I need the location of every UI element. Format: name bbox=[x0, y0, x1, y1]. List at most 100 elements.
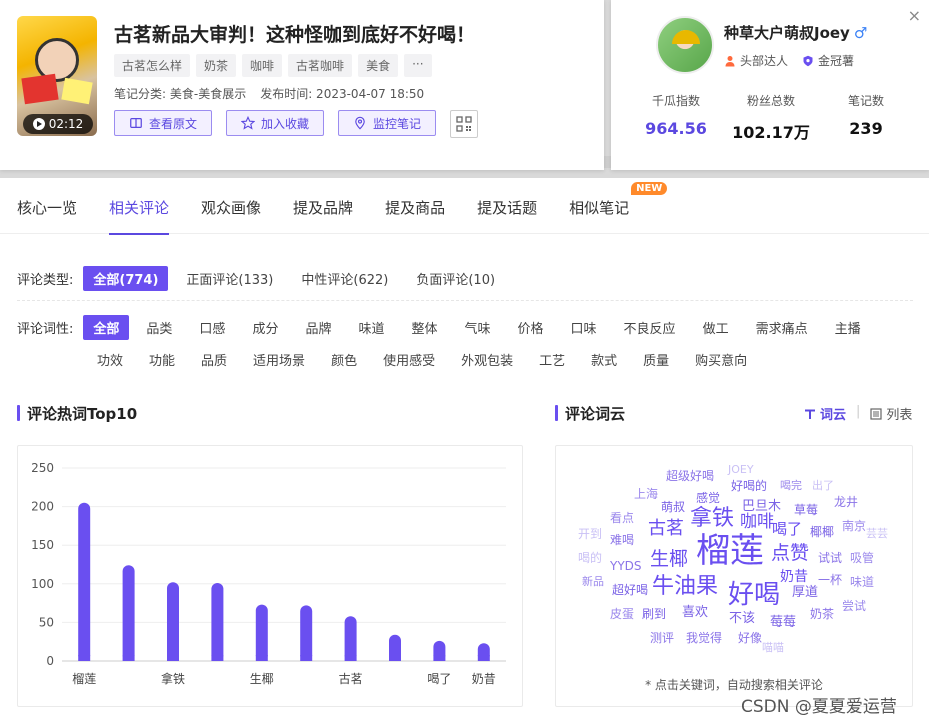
monitor-note-button[interactable]: 监控笔记 bbox=[338, 110, 437, 136]
filter-chip-negative[interactable]: 负面评论(10) bbox=[406, 266, 505, 291]
cloud-word[interactable]: 喵喵 bbox=[762, 642, 784, 653]
note-tag[interactable]: 古茗怎么样 bbox=[114, 54, 191, 77]
tab-similar-notes[interactable]: 相似笔记 bbox=[569, 199, 629, 217]
cloud-word[interactable]: 出了 bbox=[812, 480, 834, 491]
cloud-word[interactable]: 榴莲 bbox=[696, 534, 764, 568]
cloud-word[interactable]: 古茗 bbox=[648, 520, 684, 538]
cloud-word[interactable]: 试试 bbox=[818, 552, 842, 564]
note-meta: 笔记分类: 美食-美食展示 发布时间: 2023-04-07 18:50 bbox=[114, 85, 424, 102]
cloud-word[interactable]: 刷到 bbox=[642, 608, 666, 620]
cloud-word[interactable]: 莓莓 bbox=[770, 616, 796, 629]
pos-chip[interactable]: 功效 bbox=[87, 347, 133, 372]
cloud-word[interactable]: 好像 bbox=[738, 632, 762, 644]
cloud-word[interactable]: 喝完 bbox=[780, 480, 802, 491]
pos-chip[interactable]: 使用感受 bbox=[373, 347, 445, 372]
author-avatar[interactable] bbox=[656, 16, 714, 74]
cloud-word[interactable]: 龙井 bbox=[834, 496, 858, 508]
cloud-word[interactable]: 难喝 bbox=[610, 534, 634, 546]
cloud-word[interactable]: 点赞 bbox=[771, 544, 809, 563]
tab-mentioned-products[interactable]: 提及商品 bbox=[385, 178, 445, 234]
cloud-word[interactable]: 我觉得 bbox=[686, 632, 722, 644]
cloud-word[interactable]: 看点 bbox=[610, 512, 634, 524]
pos-chip[interactable]: 工艺 bbox=[529, 347, 575, 372]
cloud-word[interactable]: 牛油果 bbox=[652, 576, 718, 598]
pos-chip[interactable]: 款式 bbox=[581, 347, 627, 372]
add-favorite-button[interactable]: 加入收藏 bbox=[226, 110, 325, 136]
cloud-word[interactable]: 厚道 bbox=[792, 586, 818, 599]
cloud-word[interactable]: 喝的 bbox=[578, 552, 602, 564]
note-tag[interactable]: 美食 bbox=[358, 54, 399, 77]
tab-audience-profile[interactable]: 观众画像 bbox=[201, 178, 261, 234]
pos-chip[interactable]: 需求痛点 bbox=[746, 315, 818, 340]
pos-chip[interactable]: 整体 bbox=[401, 315, 447, 340]
pos-chip[interactable]: 主播 bbox=[825, 315, 871, 340]
wordcloud-view-button[interactable]: 词云 bbox=[804, 404, 846, 423]
pos-chip[interactable]: 口感 bbox=[189, 315, 235, 340]
cloud-word[interactable]: 奶茶 bbox=[810, 608, 834, 620]
cloud-word[interactable]: JOEY bbox=[728, 464, 754, 475]
tab-mentioned-brands[interactable]: 提及品牌 bbox=[293, 178, 353, 234]
cloud-word[interactable]: 喜欢 bbox=[682, 606, 708, 619]
filter-chip-all-comments[interactable]: 全部(774) bbox=[83, 266, 169, 291]
note-tag[interactable]: 奶茶 bbox=[196, 54, 237, 77]
cloud-word[interactable]: 味道 bbox=[850, 576, 874, 588]
note-tag[interactable]: 咖啡 bbox=[242, 54, 283, 77]
list-icon bbox=[870, 407, 883, 420]
cloud-word[interactable]: 皮蛋 bbox=[610, 608, 634, 620]
pos-chip[interactable]: 做工 bbox=[693, 315, 739, 340]
cloud-word[interactable]: 超好喝 bbox=[612, 584, 648, 596]
cloud-word[interactable]: 一杯 bbox=[818, 574, 842, 586]
pos-chip[interactable]: 适用场景 bbox=[243, 347, 315, 372]
note-tag[interactable]: 古茗咖啡 bbox=[288, 54, 353, 77]
pos-chip[interactable]: 外观包装 bbox=[451, 347, 523, 372]
pos-chip[interactable]: 成分 bbox=[242, 315, 288, 340]
pos-chip[interactable]: 全部 bbox=[83, 315, 130, 340]
cloud-word[interactable]: 测评 bbox=[650, 632, 674, 644]
cloud-word[interactable]: 咖啡 bbox=[740, 514, 774, 531]
cloud-word[interactable]: 喝了 bbox=[772, 522, 802, 537]
pos-chip[interactable]: 功能 bbox=[139, 347, 185, 372]
pos-chip[interactable]: 气味 bbox=[455, 315, 501, 340]
pos-chip[interactable]: 颜色 bbox=[321, 347, 367, 372]
cloud-word[interactable]: 超级好喝 bbox=[666, 470, 714, 482]
cloud-word[interactable]: 上海 bbox=[634, 488, 658, 500]
cloud-word[interactable]: 奶昔 bbox=[780, 570, 808, 584]
pos-chip[interactable]: 购买意向 bbox=[685, 347, 757, 372]
pos-chip[interactable]: 不良反应 bbox=[614, 315, 686, 340]
qr-code-button[interactable] bbox=[450, 110, 479, 138]
pos-chip[interactable]: 品质 bbox=[191, 347, 237, 372]
pos-chip[interactable]: 品牌 bbox=[295, 315, 341, 340]
list-view-button[interactable]: 列表 bbox=[870, 404, 912, 423]
filter-chip-positive[interactable]: 正面评论(133) bbox=[176, 266, 283, 291]
author-name[interactable]: 种草大户萌叔Joey bbox=[724, 24, 850, 42]
cloud-word[interactable]: 草莓 bbox=[794, 504, 818, 516]
cloud-word[interactable]: 芸芸 bbox=[866, 528, 888, 539]
pos-chip[interactable]: 价格 bbox=[508, 315, 554, 340]
cloud-word[interactable]: 吸管 bbox=[850, 552, 874, 564]
filter-chip-neutral[interactable]: 中性评论(622) bbox=[291, 266, 398, 291]
cloud-word[interactable]: 好喝的 bbox=[731, 480, 767, 492]
pos-chip[interactable]: 口味 bbox=[561, 315, 607, 340]
tab-core-overview[interactable]: 核心一览 bbox=[17, 178, 77, 234]
pos-chip[interactable]: 味道 bbox=[348, 315, 394, 340]
pos-chip[interactable]: 品类 bbox=[136, 315, 182, 340]
video-duration-badge[interactable]: 02:12 bbox=[23, 114, 93, 134]
cloud-word[interactable]: 南京 bbox=[842, 520, 866, 532]
cloud-word[interactable]: 好喝 bbox=[728, 582, 780, 608]
cloud-word[interactable]: 拿铁 bbox=[690, 508, 734, 530]
cloud-word[interactable]: YYDS bbox=[610, 560, 642, 572]
cloud-word[interactable]: 新品 bbox=[582, 576, 604, 587]
tab-mentioned-topics[interactable]: 提及话题 bbox=[477, 178, 537, 234]
cloud-word[interactable]: 感觉 bbox=[696, 492, 720, 504]
cloud-word[interactable]: 萌叔 bbox=[661, 501, 685, 513]
cloud-word[interactable]: 不该 bbox=[729, 612, 755, 625]
view-original-button[interactable]: 查看原文 bbox=[114, 110, 213, 136]
cloud-word[interactable]: 尝试 bbox=[842, 600, 866, 612]
close-icon[interactable]: × bbox=[908, 6, 921, 25]
tab-related-comments[interactable]: 相关评论 bbox=[109, 178, 170, 235]
cloud-word[interactable]: 椰椰 bbox=[810, 526, 834, 538]
cloud-word[interactable]: 开到 bbox=[578, 528, 602, 540]
more-tags[interactable]: ··· bbox=[404, 54, 432, 77]
pos-chip[interactable]: 质量 bbox=[633, 347, 679, 372]
cloud-word[interactable]: 生椰 bbox=[650, 550, 688, 569]
